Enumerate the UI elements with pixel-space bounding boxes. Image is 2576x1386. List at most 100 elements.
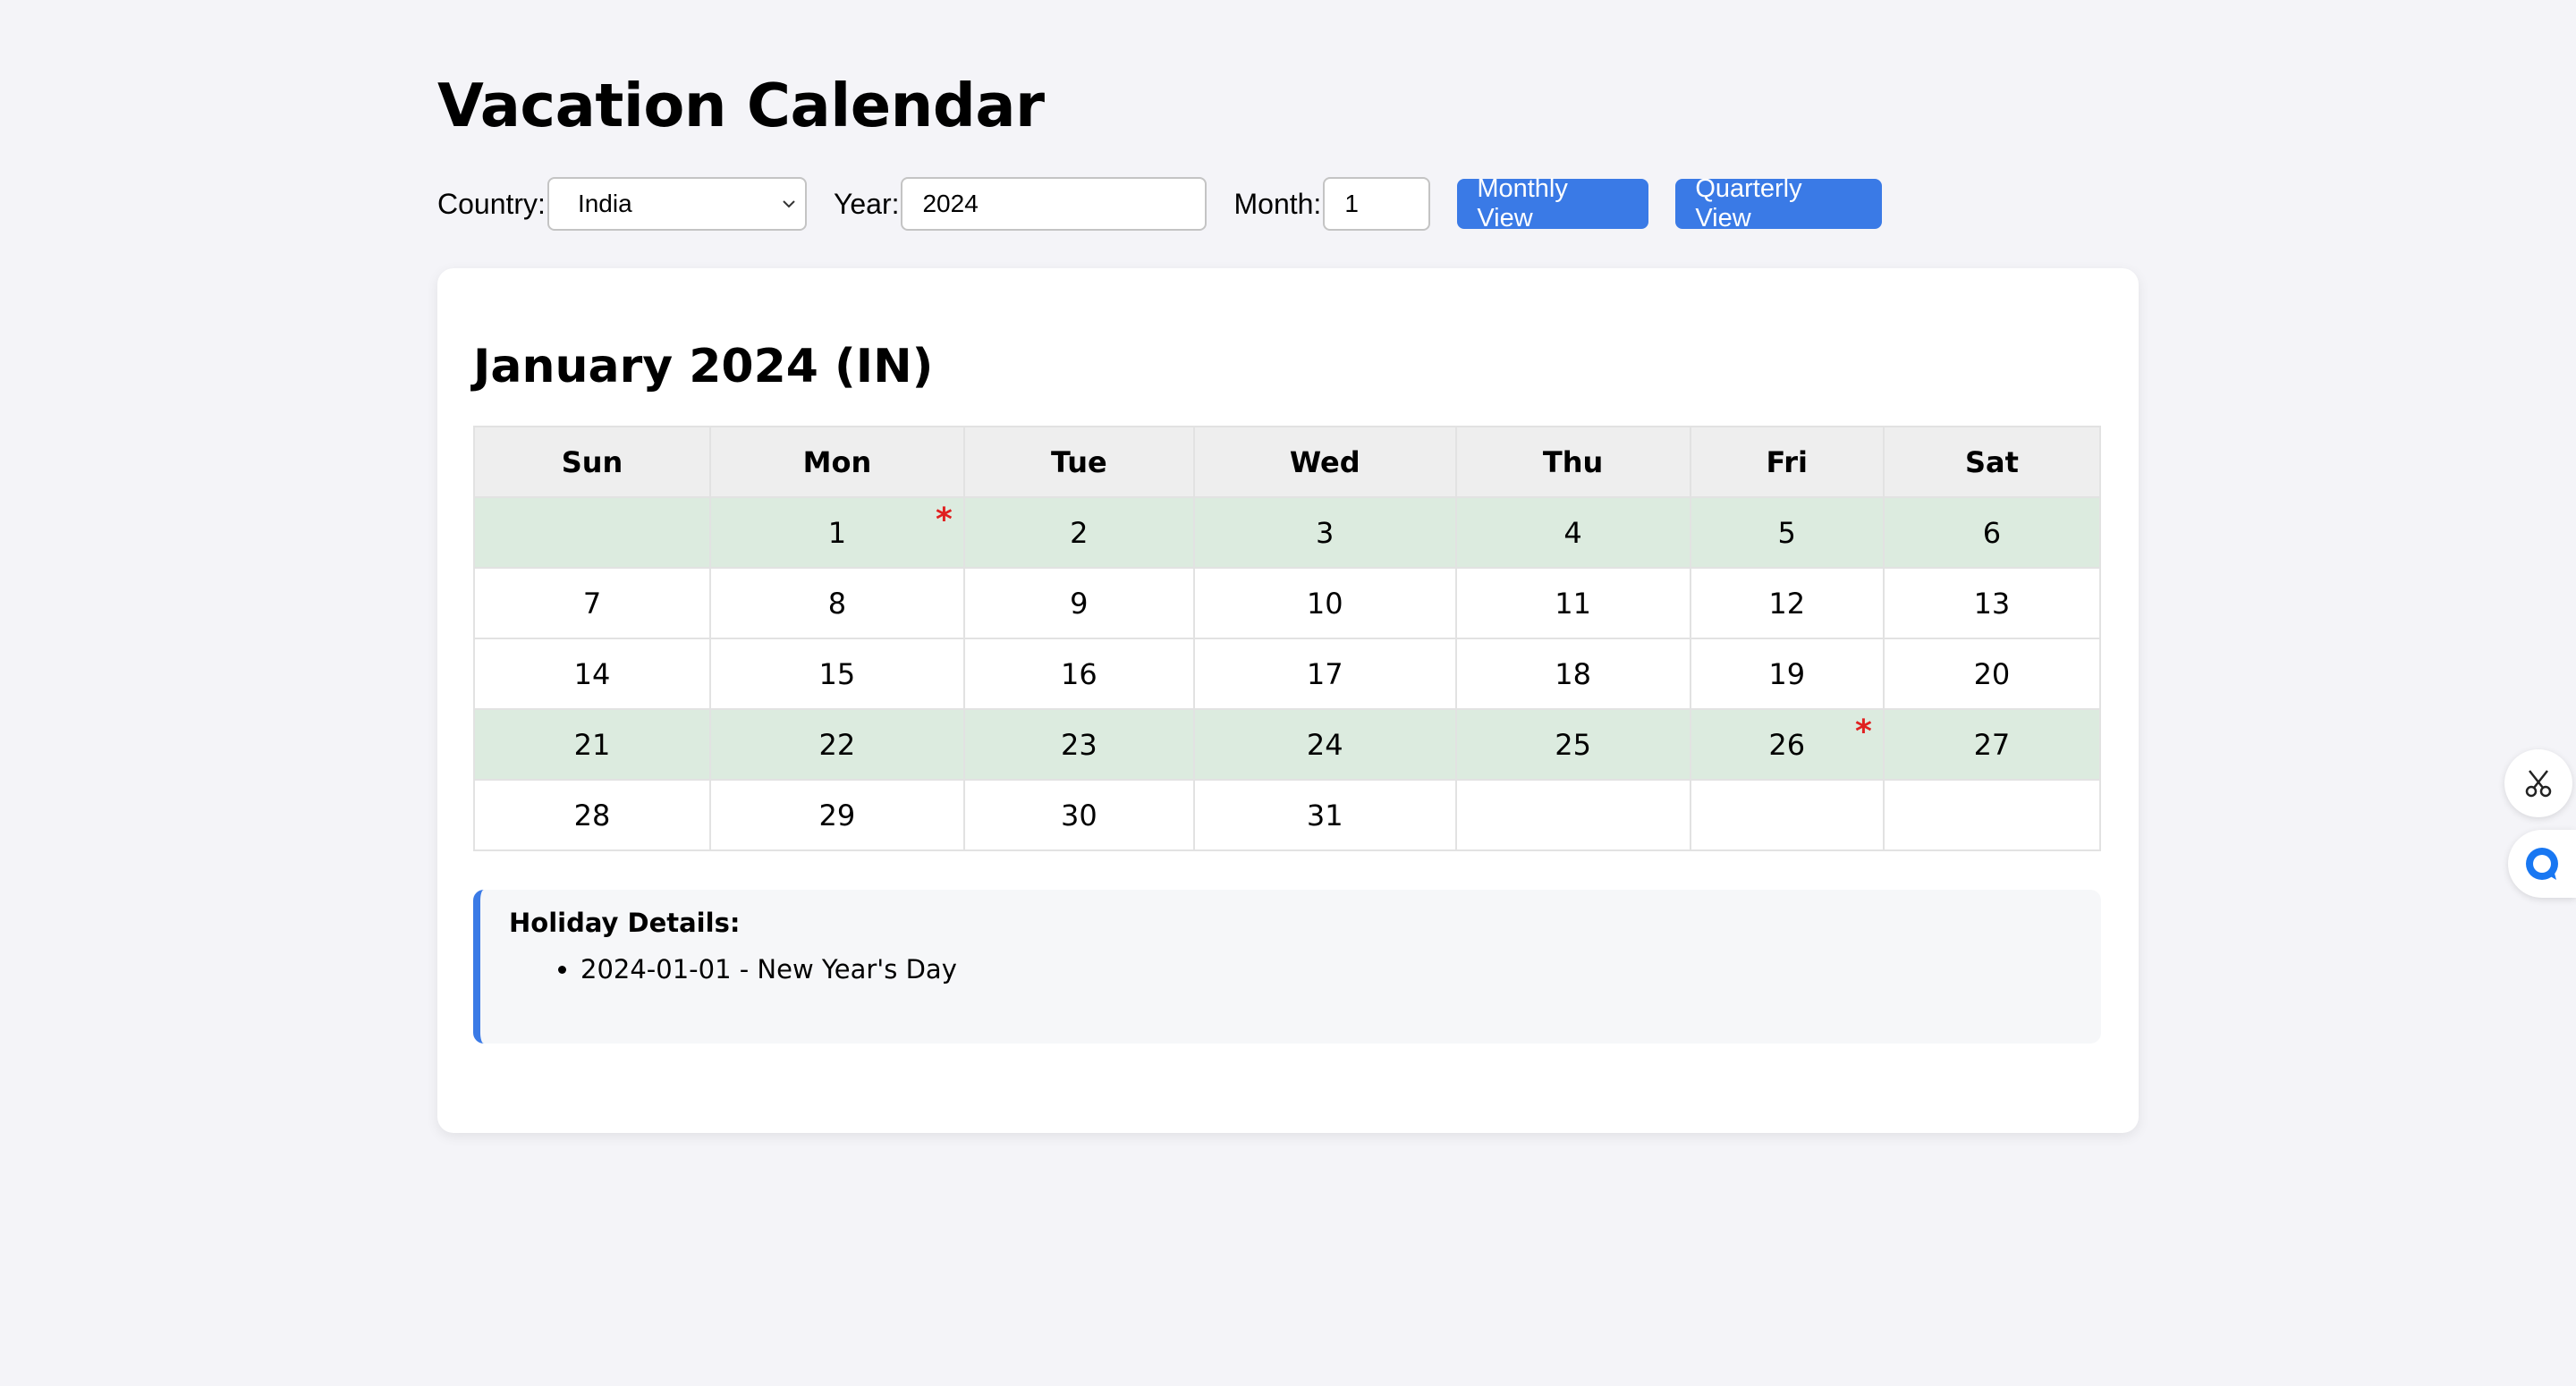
calendar-week-row: 7 8 9 10 11 12 13 xyxy=(473,567,2102,639)
calendar-day-number: 17 xyxy=(1306,656,1343,691)
scissors-icon xyxy=(2525,770,2552,798)
calendar-week-row: 28 29 30 31 xyxy=(473,779,2102,851)
calendar-day-cell[interactable]: 12 xyxy=(1689,567,1885,639)
calendar-day-cell[interactable]: 1 * xyxy=(708,496,965,569)
calendar-day-cell[interactable]: 16 xyxy=(962,638,1195,710)
calendar-day-number: 30 xyxy=(1060,798,1097,832)
calendar-day-cell[interactable]: 27 xyxy=(1882,708,2102,781)
chat-icon xyxy=(2526,848,2558,880)
calendar-day-number: 22 xyxy=(818,727,856,762)
calendar-day-cell[interactable]: 21 xyxy=(473,708,711,781)
month-input-value: 1 xyxy=(1344,190,1359,217)
calendar-title: January 2024 (IN) xyxy=(473,340,934,393)
calendar-day-cell[interactable]: 15 xyxy=(708,638,965,710)
calendar-week-row: 21 22 23 24 25 26 * 27 xyxy=(473,708,2102,781)
calendar-day-cell[interactable]: 10 xyxy=(1192,567,1457,639)
calendar-day-number: 19 xyxy=(1768,656,1806,691)
calendar-grid: Sun Mon Tue Wed Thu Fri Sat 1 * 2 3 4 5 6 7 8 9 10… xyxy=(473,426,2102,851)
calendar-day-cell[interactable]: 17 xyxy=(1192,638,1457,710)
calendar-day-cell[interactable]: 18 xyxy=(1454,638,1691,710)
holiday-details-title: Holiday Details: xyxy=(509,908,741,938)
calendar-empty-cell xyxy=(1454,779,1691,851)
chat-button[interactable] xyxy=(2508,830,2576,898)
calendar-day-cell[interactable]: 20 xyxy=(1882,638,2102,710)
calendar-week-row: 14 15 16 17 18 19 20 xyxy=(473,638,2102,710)
calendar-day-number: 26 xyxy=(1768,727,1806,762)
calendar-day-cell[interactable]: 25 xyxy=(1454,708,1691,781)
calendar-week-row: 1 * 2 3 4 5 6 xyxy=(473,496,2102,569)
year-input[interactable]: 2024 xyxy=(901,177,1208,231)
calendar-day-number: 9 xyxy=(1070,586,1089,621)
calendar-day-number: 5 xyxy=(1777,515,1796,550)
country-select[interactable]: India xyxy=(547,177,807,231)
weekday-header: Tue xyxy=(962,426,1195,498)
calendar-day-number: 11 xyxy=(1555,586,1591,621)
year-input-value: 2024 xyxy=(922,190,979,217)
calendar-day-number: 20 xyxy=(1973,656,2011,691)
calendar-day-number: 25 xyxy=(1555,727,1591,762)
calendar-day-number: 16 xyxy=(1060,656,1097,691)
holiday-marker: * xyxy=(936,502,953,538)
calendar-empty-cell xyxy=(1882,779,2102,851)
chevron-down-icon xyxy=(783,200,795,208)
page-title: Vacation Calendar xyxy=(437,71,1045,140)
calendar-day-cell[interactable]: 7 xyxy=(473,567,711,639)
calendar-day-number: 3 xyxy=(1316,515,1335,550)
calendar-day-cell[interactable]: 5 xyxy=(1689,496,1885,569)
calendar-day-cell[interactable]: 28 xyxy=(473,779,711,851)
monthly-view-button[interactable]: Monthly View xyxy=(1457,174,1649,232)
holiday-marker: * xyxy=(1855,714,1872,750)
country-select-value: India xyxy=(577,190,632,217)
calendar-empty-cell xyxy=(1689,779,1885,851)
country-label: Country: xyxy=(437,187,546,220)
weekday-header: Sat xyxy=(1882,426,2102,498)
calendar-day-number: 28 xyxy=(573,798,611,832)
year-label: Year: xyxy=(833,187,900,220)
calendar-day-number: 29 xyxy=(818,798,856,832)
calendar-day-cell[interactable]: 2 xyxy=(962,496,1195,569)
weekday-header-row: Sun Mon Tue Wed Thu Fri Sat xyxy=(473,426,2102,498)
calendar-day-cell[interactable]: 19 xyxy=(1689,638,1885,710)
controls-bar: Country: India Year: 2024 Month: 1 Month… xyxy=(437,174,1883,232)
calendar-day-number: 14 xyxy=(573,656,611,691)
calendar-day-number: 6 xyxy=(1982,515,2002,550)
calendar-day-number: 31 xyxy=(1306,798,1343,832)
calendar-day-cell[interactable]: 13 xyxy=(1882,567,2102,639)
calendar-day-number: 12 xyxy=(1768,586,1806,621)
weekday-header: Sun xyxy=(473,426,711,498)
calendar-day-cell[interactable]: 31 xyxy=(1192,779,1457,851)
calendar-day-cell[interactable]: 4 xyxy=(1454,496,1691,569)
calendar-day-cell[interactable]: 24 xyxy=(1192,708,1457,781)
calendar-day-number: 18 xyxy=(1555,656,1591,691)
calendar-day-number: 15 xyxy=(818,656,856,691)
calendar-day-cell[interactable]: 14 xyxy=(473,638,711,710)
holiday-item: 2024-01-01 - New Year's Day xyxy=(580,954,2072,985)
calendar-day-number: 21 xyxy=(573,727,611,762)
calendar-day-cell[interactable]: 8 xyxy=(708,567,965,639)
month-label: Month: xyxy=(1233,187,1322,220)
calendar-day-cell[interactable]: 23 xyxy=(962,708,1195,781)
calendar-day-cell[interactable]: 3 xyxy=(1192,496,1457,569)
calendar-day-cell[interactable]: 22 xyxy=(708,708,965,781)
scissors-button[interactable] xyxy=(2504,749,2572,817)
calendar-day-number: 1 xyxy=(827,515,847,550)
holiday-list: 2024-01-01 - New Year's Day xyxy=(509,954,2072,985)
calendar-day-number: 10 xyxy=(1306,586,1343,621)
calendar-day-number: 8 xyxy=(827,586,847,621)
calendar-day-number: 2 xyxy=(1070,515,1089,550)
calendar-day-number: 27 xyxy=(1973,727,2011,762)
calendar-empty-cell xyxy=(473,496,711,569)
calendar-day-cell[interactable]: 9 xyxy=(962,567,1195,639)
weekday-header: Fri xyxy=(1689,426,1885,498)
calendar-day-number: 24 xyxy=(1306,727,1343,762)
calendar-day-cell[interactable]: 6 xyxy=(1882,496,2102,569)
month-input[interactable]: 1 xyxy=(1323,177,1431,231)
calendar-day-number: 23 xyxy=(1060,727,1097,762)
calendar-day-cell[interactable]: 29 xyxy=(708,779,965,851)
quarterly-view-button[interactable]: Quarterly View xyxy=(1675,174,1883,232)
calendar-day-cell[interactable]: 26 * xyxy=(1689,708,1885,781)
calendar-day-number: 4 xyxy=(1563,515,1582,550)
calendar-day-number: 13 xyxy=(1973,586,2011,621)
calendar-day-cell[interactable]: 11 xyxy=(1454,567,1691,639)
calendar-day-cell[interactable]: 30 xyxy=(962,779,1195,851)
